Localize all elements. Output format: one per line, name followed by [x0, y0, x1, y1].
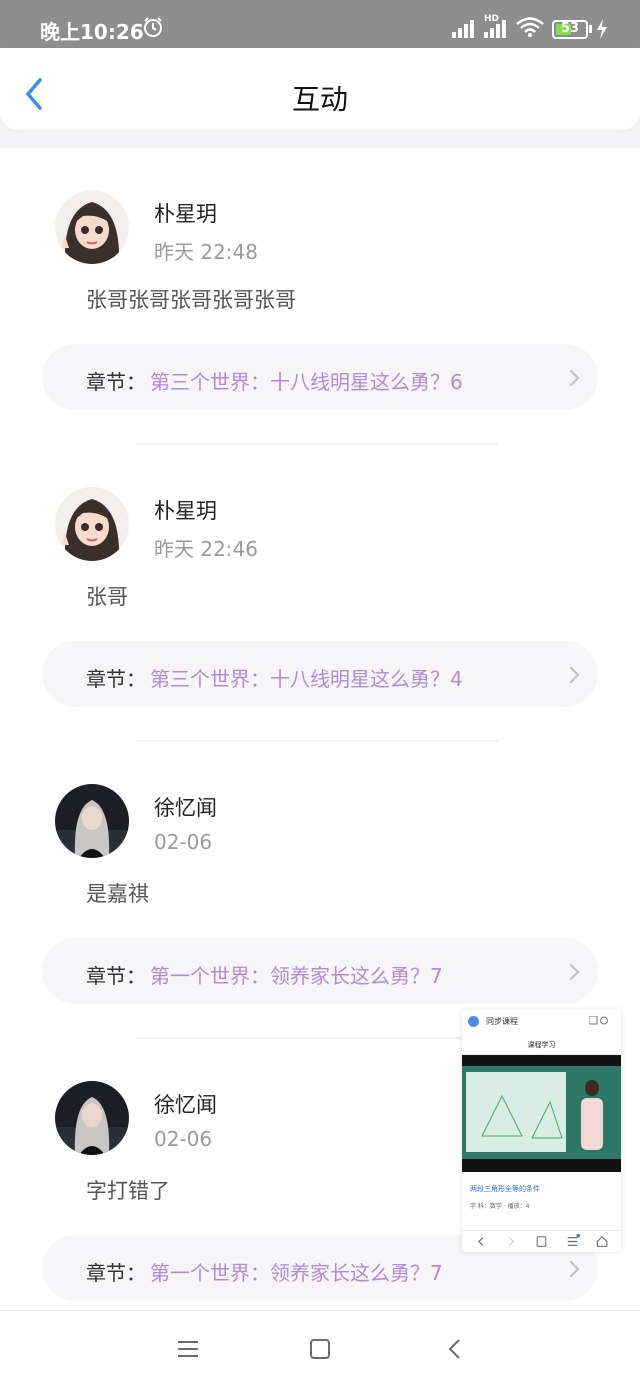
timestamp: 昨天 22:46	[154, 537, 258, 561]
username[interactable]: 徐忆闻	[154, 1089, 217, 1119]
floating-window-controls-icon[interactable]	[589, 1016, 609, 1025]
back-triangle-icon[interactable]	[446, 1337, 462, 1361]
chevron-right-icon	[569, 963, 580, 981]
timestamp: 02-06	[154, 830, 213, 854]
chapter-label: 章节：	[86, 667, 146, 691]
charging-bolt-icon	[597, 19, 607, 39]
cell-signal-hd-icon	[484, 20, 506, 38]
chapter-label: 章节：	[86, 1261, 146, 1285]
battery-tip	[589, 25, 592, 33]
chapter-link[interactable]: 章节： 第三个世界：十八线明星这么勇？6	[42, 344, 598, 410]
wifi-icon	[516, 17, 544, 37]
chapter-link[interactable]: 章节： 第一个世界：领养家长这么勇？7	[42, 938, 598, 1004]
alarm-clock-icon	[144, 17, 162, 37]
comment-text: 字打错了	[86, 1179, 170, 1203]
floating-window-course-title: 两段三角形全等的条件	[470, 1185, 540, 1193]
chapter-title: 第三个世界：十八线明星这么勇？6	[150, 370, 463, 394]
floating-window-nav-title: 课程学习	[527, 1041, 556, 1049]
interaction-card: 朴星玥 昨天 22:48 张哥张哥张哥张哥张哥 章节： 第三个世界：十八线明星这…	[0, 148, 640, 445]
comment-text: 张哥	[86, 585, 128, 609]
lesson-video-thumbnail[interactable]	[462, 1055, 621, 1172]
chevron-right-icon	[569, 1260, 580, 1278]
timestamp: 昨天 22:48	[154, 240, 258, 264]
timestamp: 02-06	[154, 1127, 213, 1151]
page-title: 互动	[291, 83, 348, 116]
home-square-icon[interactable]	[309, 1338, 331, 1360]
chapter-title: 第一个世界：领养家长这么勇？7	[150, 1261, 443, 1285]
chapter-title: 第一个世界：领养家长这么勇？7	[150, 964, 443, 988]
menu-icon[interactable]	[176, 1339, 200, 1359]
system-nav-bar	[0, 1310, 640, 1387]
blackboard-icon	[466, 1072, 603, 1152]
username[interactable]: 朴星玥	[154, 495, 217, 525]
interaction-card: 徐忆闻 02-06 是嘉祺 章节： 第一个世界：领养家长这么勇？7	[0, 742, 640, 1039]
avatar[interactable]	[55, 487, 129, 561]
floating-window-topbar: 同步课程	[462, 1010, 621, 1034]
battery-level: 53	[560, 21, 580, 36]
chevron-right-icon	[569, 369, 580, 387]
floating-window-top-title: 同步课程	[486, 1017, 518, 1026]
avatar[interactable]	[55, 1081, 129, 1155]
chapter-link[interactable]: 章节： 第三个世界：十八线明星这么勇？4	[42, 641, 598, 707]
interaction-card: 朴星玥 昨天 22:46 张哥 章节： 第三个世界：十八线明星这么勇？4	[0, 445, 640, 742]
status-time: 晚上10:26	[40, 20, 144, 44]
floating-window-toolbar-icon[interactable]	[462, 1230, 621, 1252]
chapter-label: 章节：	[86, 964, 146, 988]
video-frame	[462, 1066, 621, 1159]
status-bar: 晚上10:26 HD 53	[0, 0, 640, 48]
floating-window-meta: 学 科：数学 · 播放：4	[470, 1203, 530, 1210]
username[interactable]: 朴星玥	[154, 198, 217, 228]
floating-window-app-icon	[468, 1016, 479, 1027]
username[interactable]: 徐忆闻	[154, 792, 217, 822]
floating-window-nav: 课程学习	[462, 1037, 621, 1055]
chapter-title: 第三个世界：十八线明星这么勇？4	[150, 667, 463, 691]
floating-app-window[interactable]: 同步课程 课程学习 两段三角形全等的条件 学 科：数学 · 播放：4	[462, 1010, 621, 1252]
chapter-label: 章节：	[86, 370, 146, 394]
comment-text: 张哥张哥张哥张哥张哥	[86, 288, 296, 312]
page-header: 互动	[0, 48, 640, 130]
avatar[interactable]	[55, 784, 129, 858]
battery-indicator: 53	[552, 20, 588, 39]
avatar[interactable]	[55, 190, 129, 264]
cell-signal-icon	[452, 20, 474, 38]
comment-text: 是嘉祺	[86, 882, 149, 906]
chevron-right-icon	[569, 666, 580, 684]
